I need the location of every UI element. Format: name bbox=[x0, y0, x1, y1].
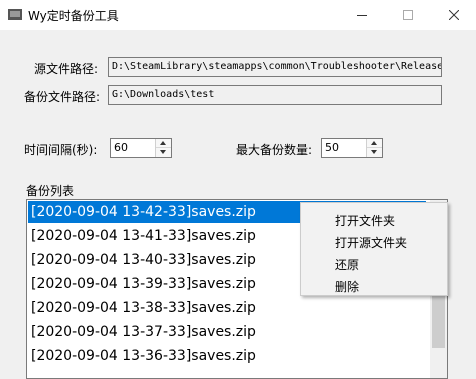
interval-up-arrow-icon[interactable] bbox=[156, 139, 171, 148]
maximize-icon[interactable] bbox=[385, 0, 431, 30]
title-bar: Wy定时备份工具 bbox=[0, 0, 476, 30]
list-item[interactable]: [2020-09-04 13-37-33]saves.zip bbox=[28, 321, 426, 343]
window-title: Wy定时备份工具 bbox=[28, 9, 119, 23]
menu-item-delete[interactable]: 删除 bbox=[335, 278, 359, 295]
minimize-icon[interactable] bbox=[339, 0, 385, 30]
backup-path-field[interactable]: G:\Downloads\test bbox=[108, 85, 442, 105]
max-backups-label: 最大备份数量: bbox=[236, 143, 313, 157]
max-backups-up-arrow-icon[interactable] bbox=[367, 139, 382, 148]
source-path-field[interactable]: D:\SteamLibrary\steamapps\common\Trouble… bbox=[108, 57, 442, 77]
app-icon bbox=[8, 9, 22, 20]
source-path-label: 源文件路径: bbox=[34, 62, 99, 76]
menu-item-open-folder[interactable]: 打开文件夹 bbox=[335, 212, 395, 229]
interval-stepper[interactable]: 60 bbox=[110, 138, 172, 158]
max-backups-down-arrow-icon[interactable] bbox=[367, 148, 382, 157]
list-item[interactable]: [2020-09-04 13-36-33]saves.zip bbox=[28, 345, 426, 367]
interval-value[interactable]: 60 bbox=[114, 141, 128, 154]
list-item[interactable]: [2020-09-04 13-38-33]saves.zip bbox=[28, 297, 426, 319]
menu-item-open-source-folder[interactable]: 打开源文件夹 bbox=[335, 234, 407, 251]
close-icon[interactable] bbox=[431, 0, 476, 30]
backup-path-label: 备份文件路径: bbox=[24, 90, 101, 104]
context-menu: 打开文件夹 打开源文件夹 还原 删除 bbox=[300, 202, 448, 296]
interval-down-arrow-icon[interactable] bbox=[156, 148, 171, 157]
interval-label: 时间间隔(秒): bbox=[24, 143, 98, 157]
max-backups-value[interactable]: 50 bbox=[325, 141, 339, 154]
backup-list-label: 备份列表 bbox=[26, 184, 75, 198]
menu-item-restore[interactable]: 还原 bbox=[335, 256, 359, 273]
max-backups-stepper[interactable]: 50 bbox=[321, 138, 383, 158]
